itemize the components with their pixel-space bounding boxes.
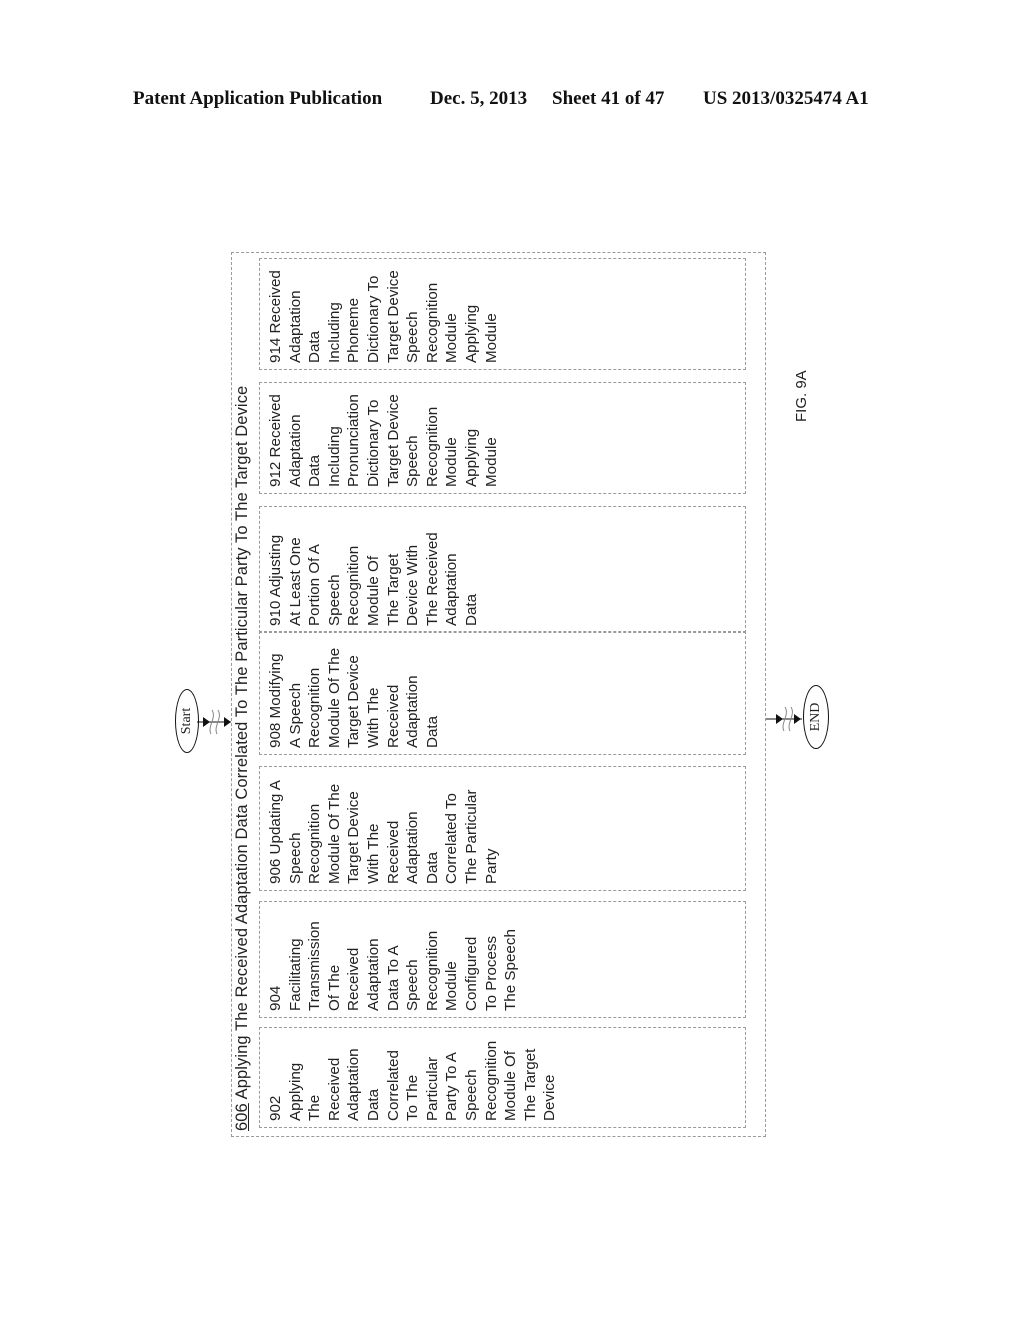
sheet-number: Sheet 41 of 47 [552,88,665,109]
step-box-906: 906 Updating A Speech Recognition Module… [259,766,746,891]
step-box-908: 908 Modifying A Speech Recognition Modul… [259,631,746,755]
arrowhead-icon [203,717,210,727]
publication-date: Dec. 5, 2013 [430,88,528,109]
outer-step-606-title: 606 Applying The Received Adaptation Dat… [233,386,252,1131]
arrowhead-icon [794,714,801,724]
step-box-912: 912 Received Adaptation Data Including P… [259,382,746,494]
step-text-914: 914 Received Adaptation Data Including P… [267,270,500,363]
step-box-914: 914 Received Adaptation Data Including P… [259,258,746,370]
page-header: Patent Application Publication Dec. 5, 2… [0,88,1024,118]
step-text-912: 912 Received Adaptation Data Including P… [267,394,500,487]
step-text-908: 908 Modifying A Speech Recognition Modul… [267,647,441,748]
step-text-906: 906 Updating A Speech Recognition Module… [267,780,500,884]
arrowhead-icon [224,717,231,727]
start-terminal: Start [175,689,199,753]
end-terminal: END [803,685,829,749]
end-connector-icon [766,706,802,732]
outer-step-text: Applying The Received Adaptation Data Co… [233,385,251,1104]
start-connector-icon [197,709,231,735]
step-box-902: 902 Applying The Received Adaptation Dat… [259,1027,746,1128]
patent-number: US 2013/0325474 A1 [703,88,869,109]
step-text-904: 904 Facilitating Transmission Of The Rec… [267,921,520,1011]
end-label: END [808,702,823,732]
step-text-910: 910 Adjusting At Least One Portion Of A … [267,532,480,626]
step-text-902: 902 Applying The Received Adaptation Dat… [267,1040,559,1121]
outer-step-ref: 606 [233,1103,251,1131]
start-label: Start [179,707,194,735]
step-box-910: 910 Adjusting At Least One Portion Of A … [259,506,746,633]
step-box-904: 904 Facilitating Transmission Of The Rec… [259,901,746,1018]
arrowhead-icon [776,714,783,724]
figure-label: FIG. 9A [793,370,810,422]
publication-type: Patent Application Publication [133,88,383,109]
flowchart-rotated: 606 Applying The Received Adaptation Dat… [175,252,829,1137]
